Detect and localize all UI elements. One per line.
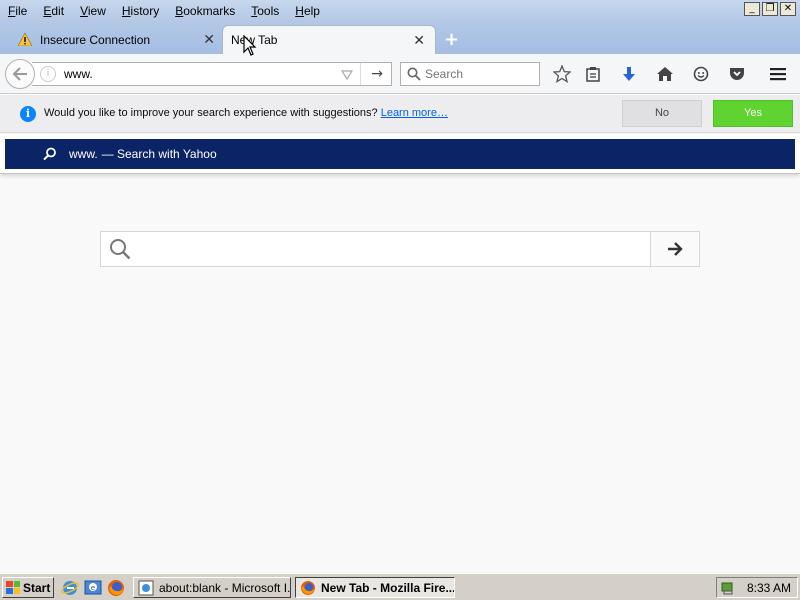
windows-logo-icon xyxy=(6,581,20,594)
back-button[interactable] xyxy=(5,59,35,89)
start-button[interactable]: Start xyxy=(2,577,54,598)
menu-bar: File Edit View History Bookmarks Tools H… xyxy=(0,0,328,22)
menu-file[interactable]: File xyxy=(0,0,35,22)
newtab-search-input[interactable] xyxy=(139,232,650,266)
taskbar-item-firefox[interactable]: New Tab - Mozilla Fire... xyxy=(295,577,455,598)
clock: 8:33 AM xyxy=(747,580,792,595)
network-icon[interactable] xyxy=(721,581,735,595)
search-icon xyxy=(110,239,131,260)
search-suggestions-notification: i Would you like to improve your search … xyxy=(0,95,800,133)
info-icon: i xyxy=(20,106,36,122)
menu-view[interactable]: View xyxy=(72,0,114,22)
close-tab-icon[interactable]: ✕ xyxy=(413,33,425,49)
arrow-right-icon xyxy=(668,242,683,256)
suggestion-query: www. xyxy=(69,147,98,161)
home-icon[interactable] xyxy=(655,65,675,83)
search-suggestion-row[interactable]: www. — Search with Yahoo xyxy=(5,139,795,169)
new-tab-button[interactable]: + xyxy=(444,29,459,50)
svg-text:e: e xyxy=(91,584,95,592)
close-tab-icon[interactable]: ✕ xyxy=(203,32,215,48)
taskbar-item-label: about:blank - Microsoft I... xyxy=(159,580,291,595)
menu-bookmarks[interactable]: Bookmarks xyxy=(167,0,243,22)
url-divider xyxy=(360,63,361,85)
tab-strip: Insecure Connection ✕ New Tab ✕ + xyxy=(0,25,800,54)
search-icon xyxy=(43,147,56,161)
tab-insecure-connection[interactable]: Insecure Connection ✕ xyxy=(10,25,225,54)
search-icon xyxy=(407,67,421,81)
no-button[interactable]: No xyxy=(622,100,702,127)
taskbar: Start e about:blank - Microsoft I... New… xyxy=(0,573,800,600)
navigation-toolbar: i → xyxy=(0,54,800,94)
back-arrow-icon xyxy=(12,67,27,81)
tab-label: Insecure Connection xyxy=(40,32,151,47)
site-info-icon[interactable]: i xyxy=(40,66,56,82)
url-bar[interactable]: i → xyxy=(32,62,392,86)
mouse-cursor-icon xyxy=(243,34,257,60)
notification-message: Would you like to improve your search ex… xyxy=(44,107,381,119)
menu-history[interactable]: History xyxy=(114,0,167,22)
start-label: Start xyxy=(23,580,51,595)
close-window-button[interactable]: ✕ xyxy=(780,2,796,16)
reading-list-icon[interactable] xyxy=(583,65,603,83)
system-tray: 8:33 AM xyxy=(716,577,798,598)
pocket-icon[interactable] xyxy=(727,65,747,83)
warning-icon xyxy=(18,33,32,46)
title-bar: File Edit View History Bookmarks Tools H… xyxy=(0,0,800,56)
taskbar-item-internet-explorer[interactable]: about:blank - Microsoft I... xyxy=(133,577,291,598)
show-desktop-icon[interactable]: e xyxy=(84,579,102,597)
bookmark-star-icon[interactable] xyxy=(552,65,572,83)
restore-button[interactable]: ❐ xyxy=(762,2,778,16)
menu-tools[interactable]: Tools xyxy=(243,0,287,22)
hamburger-menu-icon[interactable] xyxy=(768,65,788,83)
learn-more-link[interactable]: Learn more… xyxy=(381,107,448,119)
hello-chat-icon[interactable] xyxy=(691,65,711,83)
go-arrow-icon[interactable]: → xyxy=(371,66,383,82)
window-controls: _ ❐ ✕ xyxy=(744,2,796,16)
downloads-icon[interactable] xyxy=(619,65,639,83)
internet-explorer-icon[interactable] xyxy=(61,579,79,597)
yes-button[interactable]: Yes xyxy=(713,100,793,127)
url-history-dropdown-icon[interactable] xyxy=(340,69,354,83)
search-input[interactable] xyxy=(425,67,535,81)
ie-window-icon xyxy=(138,580,154,595)
firefox-icon[interactable] xyxy=(107,579,125,597)
autocomplete-popup: www. — Search with Yahoo xyxy=(0,134,800,174)
url-input[interactable] xyxy=(64,67,314,81)
taskbar-item-label: New Tab - Mozilla Fire... xyxy=(321,580,455,595)
newtab-search-go-button[interactable] xyxy=(650,232,699,266)
minimize-button[interactable]: _ xyxy=(744,2,760,16)
menu-help[interactable]: Help xyxy=(287,0,328,22)
menu-edit[interactable]: Edit xyxy=(35,0,72,22)
firefox-window-icon xyxy=(301,580,315,595)
search-bar[interactable] xyxy=(400,62,540,86)
suggestion-engine-text: — Search with Yahoo xyxy=(101,147,217,161)
newtab-search-box xyxy=(100,231,700,267)
